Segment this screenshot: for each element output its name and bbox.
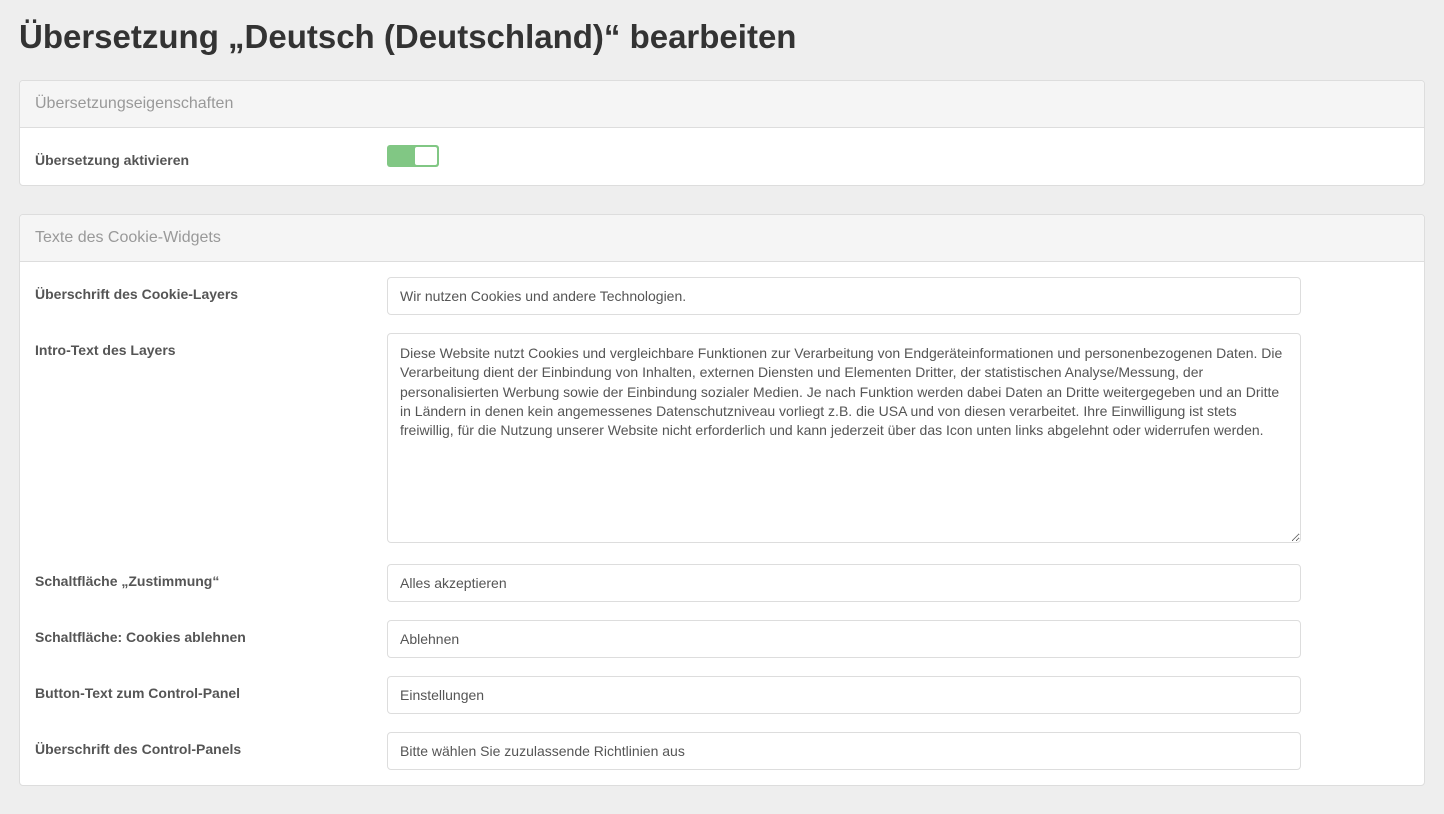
- panel-header-texts: Texte des Cookie-Widgets: [20, 215, 1424, 262]
- label-decline-button: Schaltfläche: Cookies ablehnen: [35, 620, 387, 645]
- row-control-panel-heading: Überschrift des Control-Panels: [35, 732, 1409, 770]
- row-intro-text: Intro-Text des Layers: [35, 333, 1409, 546]
- row-control-panel-button: Button-Text zum Control-Panel: [35, 676, 1409, 714]
- label-consent-button: Schaltfläche „Zustimmung“: [35, 564, 387, 589]
- input-control-panel-button[interactable]: [387, 676, 1301, 714]
- label-intro-text: Intro-Text des Layers: [35, 333, 387, 358]
- label-layer-heading: Überschrift des Cookie-Layers: [35, 277, 387, 302]
- panel-translation-properties: Übersetzungseigenschaften Übersetzung ak…: [19, 80, 1425, 186]
- input-layer-heading[interactable]: [387, 277, 1301, 315]
- toggle-activate-translation[interactable]: [387, 145, 439, 167]
- input-consent-button[interactable]: [387, 564, 1301, 602]
- label-control-panel-heading: Überschrift des Control-Panels: [35, 732, 387, 757]
- toggle-knob: [415, 147, 437, 165]
- label-control-panel-button: Button-Text zum Control-Panel: [35, 676, 387, 701]
- panel-body-properties: Übersetzung aktivieren: [20, 128, 1424, 185]
- field-activate-translation: [387, 143, 1301, 170]
- row-decline-button: Schaltfläche: Cookies ablehnen: [35, 620, 1409, 658]
- panel-body-texts: Überschrift des Cookie-Layers Intro-Text…: [20, 262, 1424, 785]
- input-decline-button[interactable]: [387, 620, 1301, 658]
- row-consent-button: Schaltfläche „Zustimmung“: [35, 564, 1409, 602]
- panel-header-properties: Übersetzungseigenschaften: [20, 81, 1424, 128]
- row-activate-translation: Übersetzung aktivieren: [35, 143, 1409, 170]
- input-control-panel-heading[interactable]: [387, 732, 1301, 770]
- row-layer-heading: Überschrift des Cookie-Layers: [35, 277, 1409, 315]
- page-title: Übersetzung „Deutsch (Deutschland)“ bear…: [0, 0, 1444, 80]
- textarea-intro-text[interactable]: [387, 333, 1301, 543]
- panel-cookie-widget-texts: Texte des Cookie-Widgets Überschrift des…: [19, 214, 1425, 786]
- label-activate-translation: Übersetzung aktivieren: [35, 143, 387, 168]
